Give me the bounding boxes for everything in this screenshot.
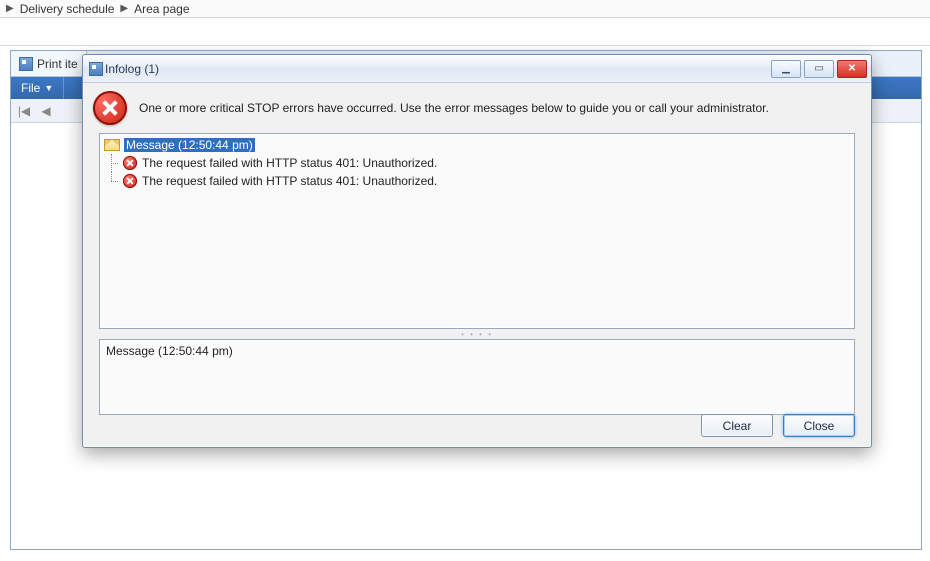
maximize-button[interactable]: ▭ bbox=[804, 60, 834, 78]
dialog-title: Infolog (1) bbox=[103, 62, 771, 76]
dialog-titlebar[interactable]: Infolog (1) ▁ ▭ ✕ bbox=[83, 55, 871, 83]
clear-button[interactable]: Clear bbox=[701, 414, 773, 437]
tree-root-label: Message (12:50:44 pm) bbox=[124, 138, 255, 152]
tree-item-label: The request failed with HTTP status 401:… bbox=[142, 174, 437, 188]
tree-connector-icon bbox=[106, 172, 118, 190]
tree-item[interactable]: The request failed with HTTP status 401:… bbox=[102, 154, 852, 172]
dialog-header: One or more critical STOP errors have oc… bbox=[83, 83, 871, 133]
breadcrumb-item[interactable]: Delivery schedule bbox=[20, 2, 115, 16]
chevron-right-icon: ▶ bbox=[120, 3, 128, 14]
parent-tab-label: Print ite bbox=[37, 57, 78, 71]
dialog-header-text: One or more critical STOP errors have oc… bbox=[139, 101, 859, 115]
breadcrumb: ▶ Delivery schedule ▶ Area page bbox=[0, 0, 930, 18]
parent-tab[interactable]: Print ite bbox=[11, 51, 87, 76]
menu-file[interactable]: File ▼ bbox=[11, 77, 64, 99]
error-icon bbox=[93, 91, 127, 125]
close-button[interactable]: Close bbox=[783, 414, 855, 437]
window-controls: ▁ ▭ ✕ bbox=[771, 60, 867, 78]
tree-item[interactable]: The request failed with HTTP status 401:… bbox=[102, 172, 852, 190]
detail-text: Message (12:50:44 pm) bbox=[106, 344, 233, 358]
toolbar-spacer bbox=[0, 18, 930, 46]
nav-prev-button[interactable]: ◀ bbox=[39, 104, 53, 118]
menu-file-label: File bbox=[21, 81, 40, 95]
document-icon bbox=[19, 57, 33, 71]
minimize-button[interactable]: ▁ bbox=[771, 60, 801, 78]
message-tree[interactable]: Message (12:50:44 pm) The request failed… bbox=[99, 133, 855, 329]
chevron-right-icon: ▶ bbox=[6, 3, 14, 14]
close-window-button[interactable]: ✕ bbox=[837, 60, 867, 78]
tree-connector-icon bbox=[106, 154, 118, 172]
app-icon bbox=[89, 62, 103, 76]
detail-pane[interactable]: Message (12:50:44 pm) bbox=[99, 339, 855, 415]
error-small-icon bbox=[122, 155, 138, 171]
dialog-footer: Clear Close bbox=[701, 414, 855, 437]
tree-item-label: The request failed with HTTP status 401:… bbox=[142, 156, 437, 170]
nav-first-button[interactable]: |◀ bbox=[17, 104, 31, 118]
tree-root[interactable]: Message (12:50:44 pm) bbox=[102, 136, 852, 154]
error-small-icon bbox=[122, 173, 138, 189]
infolog-dialog: Infolog (1) ▁ ▭ ✕ One or more critical S… bbox=[82, 54, 872, 448]
chevron-down-icon: ▼ bbox=[44, 83, 53, 93]
envelope-icon bbox=[104, 137, 120, 153]
splitter-handle[interactable]: • • • • bbox=[83, 329, 871, 339]
breadcrumb-item[interactable]: Area page bbox=[134, 2, 189, 16]
